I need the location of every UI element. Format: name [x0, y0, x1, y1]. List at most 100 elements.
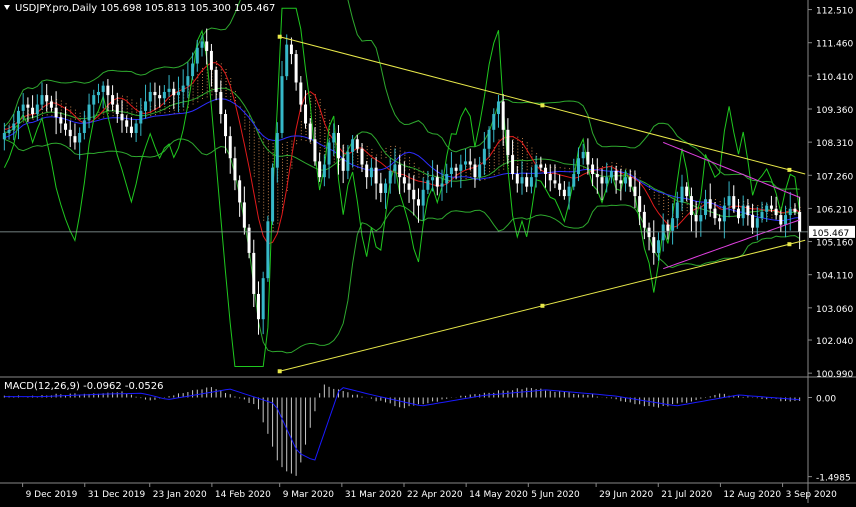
cloud-dot	[267, 200, 269, 202]
candle-body	[774, 208, 778, 216]
cloud-dot	[183, 109, 185, 111]
cloud-dot	[267, 143, 269, 145]
cloud-dot	[258, 129, 260, 131]
cloud-dot	[206, 84, 208, 86]
cloud-dot	[286, 162, 288, 164]
cloud-dot	[324, 141, 326, 143]
candle-body	[511, 155, 515, 175]
price-chart[interactable]: 112.510 111.460 110.410 109.360 108.310 107.2…	[0, 0, 856, 503]
cloud-dot	[70, 109, 72, 111]
cloud-dot	[277, 189, 279, 191]
candle-body	[398, 164, 402, 178]
candle-body	[567, 186, 571, 197]
candle-body	[388, 170, 392, 184]
cloud-dot	[663, 202, 665, 204]
cloud-dot	[489, 159, 491, 161]
cloud-dot	[324, 144, 326, 146]
cloud-dot	[267, 179, 269, 181]
candle-body	[718, 218, 722, 222]
cloud-dot	[314, 106, 316, 108]
macd-tick-label: -1.4985	[816, 474, 851, 484]
cloud-dot	[267, 188, 269, 190]
cloud-dot	[65, 103, 67, 105]
time-tick-label: 14 Feb 2020	[215, 490, 271, 500]
cloud-dot	[79, 112, 81, 114]
cloud-dot	[263, 216, 265, 218]
cloud-dot	[197, 101, 199, 103]
candle-body	[92, 95, 96, 105]
cloud-dot	[286, 153, 288, 155]
cloud-dot	[202, 85, 203, 87]
cloud-dot	[197, 83, 199, 85]
symbol-header-text: USDJPY.pro,Daily 105.698 105.813 105.300…	[15, 3, 275, 14]
cloud-dot	[282, 143, 283, 145]
cloud-dot	[310, 97, 312, 99]
candle-body	[176, 91, 180, 96]
candle-body	[619, 180, 623, 184]
cloud-dot	[503, 150, 505, 152]
cloud-dot	[324, 147, 326, 149]
cloud-dot	[131, 111, 133, 113]
cloud-dot	[277, 207, 279, 209]
cloud-dot	[300, 127, 302, 129]
cloud-dot	[277, 201, 279, 203]
cloud-dot	[197, 95, 199, 97]
candle-body	[186, 76, 190, 86]
candle-body	[699, 215, 703, 222]
cloud-dot	[253, 148, 255, 150]
cloud-dot	[300, 133, 302, 135]
cloud-dot	[197, 86, 199, 88]
candle-body	[219, 91, 223, 115]
cloud-dot	[258, 138, 260, 140]
candle-body	[525, 177, 529, 187]
candle-body	[666, 224, 670, 231]
cloud-dot	[667, 208, 669, 210]
cloud-dot	[423, 170, 425, 172]
cloud-dot	[169, 107, 171, 109]
cloud-dot	[164, 106, 166, 108]
candle-body	[275, 132, 279, 168]
cloud-dot	[282, 203, 283, 205]
cloud-dot	[413, 171, 415, 173]
cloud-dot	[319, 135, 321, 137]
cloud-dot	[192, 94, 194, 96]
cloud-dot	[197, 92, 199, 94]
cloud-dot	[263, 201, 265, 203]
cloud-dot	[230, 96, 232, 98]
candle-body	[68, 129, 72, 137]
candle-body	[261, 278, 265, 320]
cloud-dot	[517, 142, 519, 144]
time-tick-label: 31 Mar 2020	[345, 490, 402, 500]
cloud-dot	[653, 194, 655, 196]
cloud-dot	[206, 78, 208, 80]
cloud-dot	[258, 144, 260, 146]
cloud-dot	[611, 162, 613, 164]
candle-body	[336, 132, 340, 159]
cloud-dot	[244, 116, 246, 118]
trendline-anchor	[277, 34, 282, 39]
cloud-dot	[498, 139, 500, 141]
cloud-dot	[357, 155, 359, 157]
cloud-dot	[719, 201, 721, 203]
candle-body	[280, 76, 284, 133]
cloud-dot	[319, 150, 321, 152]
cloud-dot	[220, 75, 222, 77]
cloud-dot	[70, 106, 72, 108]
candle-body	[228, 136, 232, 159]
cloud-dot	[253, 175, 255, 177]
cloud-dot	[517, 163, 519, 165]
candle-body	[595, 174, 599, 178]
cloud-dot	[263, 141, 265, 143]
candle-body	[534, 164, 538, 178]
cloud-dot	[329, 137, 331, 139]
candle-body	[31, 107, 35, 115]
cloud-dot	[658, 203, 660, 205]
candle-body	[134, 123, 138, 133]
candle-body	[713, 208, 717, 219]
cloud-dot	[286, 177, 288, 179]
cloud-dot	[314, 115, 316, 117]
cloud-dot	[173, 109, 175, 111]
cloud-dot	[253, 142, 255, 144]
cloud-dot	[324, 108, 326, 110]
cloud-dot	[253, 136, 255, 138]
